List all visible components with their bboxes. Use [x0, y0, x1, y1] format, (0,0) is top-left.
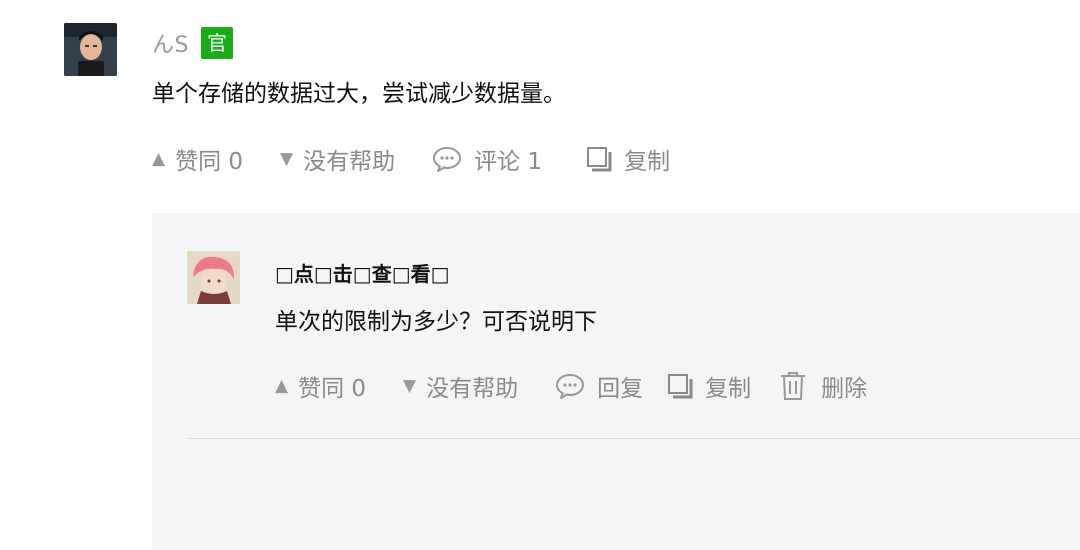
answer-actions: ▲ 赞同 0 ▼ 没有帮助 评论 1 复制: [152, 143, 670, 175]
copy-button[interactable]: 复制: [586, 142, 670, 176]
reply-copy-button[interactable]: 复制: [667, 369, 751, 403]
delete-label: 删除: [821, 376, 868, 402]
upvote-icon: ▲: [275, 376, 289, 396]
comment-button[interactable]: 评论 1: [432, 142, 542, 176]
reply-box: □点□击□查□看□ 单次的限制为多少？可否说明下 ▲ 赞同 0 ▼ 没有帮助 回…: [152, 213, 1080, 550]
reply-downvote-label: 没有帮助: [426, 376, 519, 402]
reply-label: 回复: [597, 376, 644, 402]
downvote-button[interactable]: ▼ 没有帮助: [280, 142, 395, 176]
reply-upvote-button[interactable]: ▲ 赞同 0: [275, 369, 366, 403]
copy-icon: [667, 373, 693, 399]
downvote-icon: ▼: [403, 376, 417, 396]
reply-author-name[interactable]: □点□击□查□看□: [275, 258, 449, 287]
author-avatar[interactable]: [64, 23, 117, 76]
reply-button[interactable]: 回复: [555, 369, 643, 403]
comment-icon: [555, 373, 585, 399]
upvote-button[interactable]: ▲ 赞同 0: [152, 142, 243, 176]
upvote-label: 赞同 0: [175, 149, 244, 175]
comment-label: 评论 1: [474, 149, 543, 175]
official-badge: 官: [200, 27, 233, 59]
reply-copy-label: 复制: [705, 376, 752, 402]
author-name[interactable]: んS: [152, 27, 189, 59]
trash-icon: [779, 371, 807, 401]
comment-icon: [432, 146, 462, 172]
reply-text: 单次的限制为多少？可否说明下: [275, 309, 597, 335]
reply-actions: ▲ 赞同 0 ▼ 没有帮助 回复 复制 删除: [275, 370, 867, 402]
reply-upvote-label: 赞同 0: [298, 376, 367, 402]
reply-avatar-image: [187, 251, 240, 304]
copy-icon: [586, 146, 612, 172]
downvote-label: 没有帮助: [303, 149, 396, 175]
delete-button[interactable]: 删除: [779, 369, 867, 403]
avatar-photo: [64, 23, 117, 76]
answer-text: 单个存储的数据过大，尝试减少数据量。: [152, 81, 566, 107]
reply-downvote-button[interactable]: ▼ 没有帮助: [403, 369, 518, 403]
divider: [187, 438, 1080, 439]
downvote-icon: ▼: [280, 149, 294, 169]
reply-author-avatar[interactable]: [187, 251, 240, 304]
author-row: んS 官: [152, 27, 233, 59]
upvote-icon: ▲: [152, 149, 166, 169]
copy-label: 复制: [624, 149, 671, 175]
